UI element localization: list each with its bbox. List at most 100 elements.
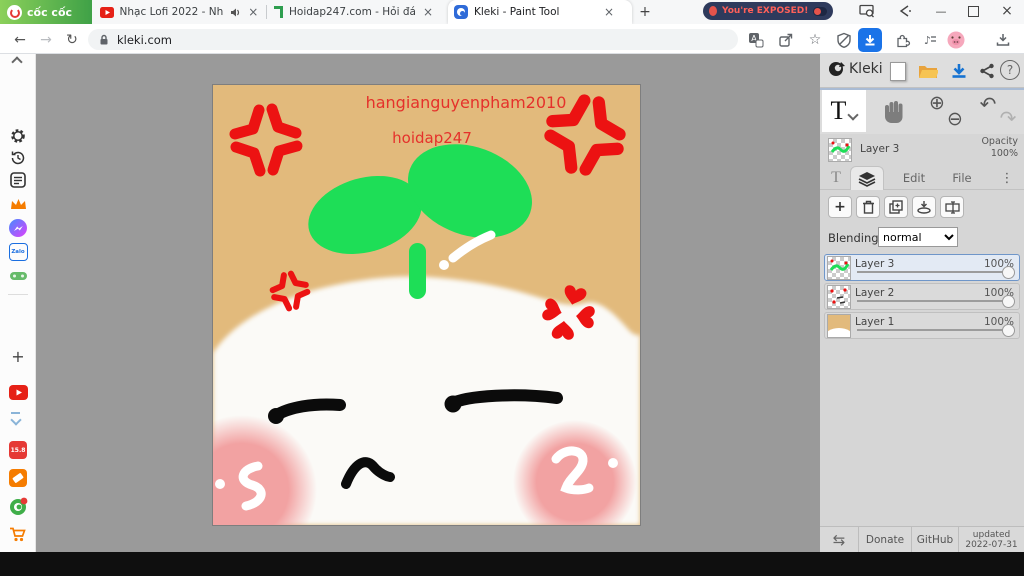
canvas-text-site: hoidap247 [392,129,472,147]
tab-close-icon[interactable]: × [246,5,260,19]
help-icon[interactable]: ? [1000,60,1020,80]
merge-layer-button[interactable] [912,196,936,218]
shopping-cart-icon[interactable] [8,524,28,544]
youtube-sidebar-icon[interactable] [8,382,28,402]
profile-avatar[interactable] [946,30,966,50]
add-layer-button[interactable]: + [828,196,852,218]
panel-menu-dots-icon[interactable]: ⋮ [998,166,1016,190]
coccoc-news-icon[interactable] [8,496,28,516]
opacity-slider-knob[interactable] [1002,324,1015,337]
screen: cốc cốc Nhạc Lofi 2022 - Những × Hoidap2… [0,0,1024,576]
translate-icon[interactable]: A [745,29,767,51]
history-icon[interactable] [8,148,28,168]
extensions-puzzle-icon[interactable] [892,29,914,51]
kleki-favicon [454,5,468,19]
add-shortcut-icon[interactable]: + [8,346,28,366]
address-field[interactable]: kleki.com [88,29,738,50]
tab-kleki-active[interactable]: Kleki - Paint Tool × [448,0,632,24]
merge-down-icon [917,201,931,214]
share-icon[interactable] [775,29,797,51]
reopen-tab-icon[interactable] [890,0,920,22]
kleki-logo: Kleki [828,60,883,77]
updated-label: updated [972,529,1011,540]
active-layer-thumbnail [828,138,852,162]
tab-close-icon[interactable]: × [602,5,616,19]
eyebrow-end-left [268,408,284,424]
drawing-canvas[interactable]: hangianguyenpham2010 hoidap247 [212,84,641,526]
delete-layer-button[interactable] [856,196,880,218]
messenger-icon[interactable] [8,218,28,238]
adblock-shield-icon[interactable] [833,29,855,51]
tab-text[interactable]: T [822,166,850,190]
text-tool-glyph: T [830,96,847,125]
tab-edit[interactable]: Edit [896,166,932,190]
opacity-label: Opacity [981,136,1018,147]
duplicate-layer-button[interactable] [884,196,908,218]
zalo-sidebar-icon[interactable]: Zalo [8,242,28,262]
bookmark-star-icon[interactable]: ☆ [804,29,826,51]
hand-tool-button[interactable] [874,90,914,132]
tab-audio-icon[interactable] [230,7,241,18]
tab-layers-active[interactable] [850,166,884,190]
opacity-value: 100% [990,148,1018,159]
svg-text:♪: ♪ [924,34,931,47]
minimize-button[interactable]: — [926,0,956,22]
tab-file[interactable]: File [944,166,980,190]
chevron-up-icon[interactable] [11,56,23,68]
save-download-icon[interactable] [948,60,970,82]
new-tab-button[interactable]: + [636,3,654,21]
back-button[interactable]: ← [10,30,30,50]
coupon-ticket-icon[interactable] [8,468,28,488]
opacity-slider-knob[interactable] [1002,266,1015,279]
blending-select[interactable]: normal [878,227,958,247]
opacity-slider-track[interactable] [857,271,1005,273]
canvas-text-username: hangianguyenpham2010 [366,93,567,112]
zoom-out-icon[interactable]: ⊖ [944,108,966,130]
vpn-exposed-badge[interactable]: You're EXPOSED! [703,2,833,20]
github-link[interactable]: GitHub [911,527,958,552]
tab-bar: cốc cốc Nhạc Lofi 2022 - Những × Hoidap2… [0,0,1024,24]
games-gamepad-icon[interactable] [8,266,28,286]
sale-badge-icon[interactable]: 15.8 [8,440,28,460]
swap-arrows-icon[interactable]: ⇆ [820,527,858,552]
text-tool-button-active[interactable]: T [822,90,866,132]
donate-link[interactable]: Donate [858,527,911,552]
tab-hoidap247[interactable]: Hoidap247.com - Hỏi đáp on × [268,0,444,24]
share-nodes-icon[interactable] [976,60,998,82]
maximize-button[interactable] [958,0,988,22]
updated-info: updated 2022-07-31 [958,527,1024,552]
tab-close-icon[interactable]: × [421,5,435,19]
close-button[interactable]: × [992,0,1022,22]
reload-button[interactable]: ↻ [62,30,82,50]
layer-row-3[interactable]: Layer 3 100% [824,254,1020,281]
screen-capture-icon[interactable] [852,0,882,22]
forward-button[interactable]: → [36,30,56,50]
youtube-icon [100,6,114,18]
coccoc-brand-button[interactable]: cốc cốc [0,0,92,24]
pin-chevron-icon[interactable] [9,412,22,426]
opacity-slider-track[interactable] [857,300,1005,302]
downloads-tray-icon[interactable] [992,29,1014,51]
active-layer-info: Layer 3 Opacity 100% [820,134,1024,164]
settings-gear-icon[interactable] [8,126,28,146]
new-image-icon[interactable] [888,60,908,82]
vip-crown-icon[interactable] [8,194,28,214]
download-active-button[interactable] [858,28,882,52]
active-layer-name: Layer 3 [860,143,900,155]
exposed-toggle[interactable] [813,6,827,16]
sidebar-divider [8,294,28,295]
rename-icon [944,200,960,214]
opacity-slider-track[interactable] [857,329,1005,331]
tab-divider [266,5,267,19]
open-file-icon[interactable] [916,60,940,82]
tab-title: Kleki - Paint Tool [474,6,560,18]
music-player-icon[interactable]: ♪ [918,29,940,51]
rename-layer-button[interactable] [940,196,964,218]
layer-name: Layer 1 [855,316,895,328]
redo-icon[interactable]: ↷ [996,106,1020,130]
opacity-slider-knob[interactable] [1002,295,1015,308]
layer-row-2[interactable]: Layer 2 100% [824,283,1020,310]
tab-youtube[interactable]: Nhạc Lofi 2022 - Những × [94,0,266,24]
layer-row-1[interactable]: Layer 1 100% [824,312,1020,339]
reading-list-icon[interactable] [8,170,28,190]
